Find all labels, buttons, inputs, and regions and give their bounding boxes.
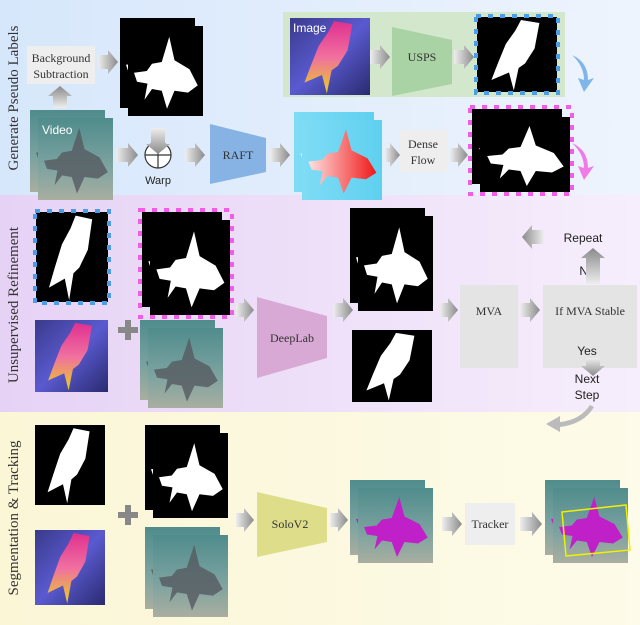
- refined-fish-mask: [352, 330, 432, 402]
- fish-image-input: [35, 320, 108, 392]
- video-frame: [153, 535, 228, 617]
- mask-shark-frame: [153, 433, 228, 518]
- mask-fish-frame: [35, 425, 105, 505]
- dense-flow-label-2: Flow: [411, 153, 436, 167]
- section-label-refine: Unsupervised Refinement: [6, 226, 22, 383]
- segmentation-result-stack: [350, 480, 433, 563]
- video-label: Video: [42, 123, 73, 137]
- usps-mask: [474, 14, 560, 95]
- mva-label: MVA: [476, 304, 503, 318]
- tracker-label: Tracker: [472, 517, 509, 531]
- video-frames-input-2: [145, 527, 228, 617]
- usps-label: USPS: [408, 50, 437, 64]
- tracking-result-stack: [545, 480, 631, 563]
- dense-flow-mask-stack: [468, 105, 574, 196]
- pipeline-diagram: Generate Pseudo Labels Unsupervised Refi…: [0, 0, 640, 625]
- next-step-label-2: Step: [575, 388, 600, 402]
- solov2-label: SoloV2: [272, 517, 309, 531]
- fish-image-input-2: [35, 530, 105, 605]
- repeat-label: Repeat: [564, 231, 603, 245]
- mask-fish-frame: [474, 14, 560, 95]
- video-frame: [148, 328, 223, 408]
- mask-shark-frame: [128, 26, 203, 116]
- flow-frame: [302, 120, 382, 200]
- mva-stable-label: If MVA Stable: [555, 304, 625, 318]
- optical-flow-stack: [294, 112, 382, 200]
- mva-box: [460, 285, 518, 368]
- refined-shark-mask-stack: [350, 208, 433, 311]
- section-label-track: Segmentation & Tracking: [6, 440, 22, 595]
- background-subtraction-label-1: Background: [32, 51, 91, 65]
- shark-mask-input-stack: [145, 425, 228, 518]
- fish-mask-input: [35, 425, 105, 505]
- mask-fish-frame: [33, 209, 111, 305]
- deeplab-label: DeepLab: [270, 331, 314, 345]
- section-label-generate: Generate Pseudo Labels: [6, 25, 22, 170]
- image-label: Image: [293, 21, 327, 35]
- background-mask-stack: [120, 18, 203, 116]
- usps-mask-input: [33, 209, 111, 305]
- seg-frame: [358, 488, 433, 563]
- video-frames-input: [140, 320, 223, 408]
- dense-flow-mask-input: [138, 208, 234, 319]
- next-step-label-1: Next: [575, 372, 600, 386]
- fish-frame: [35, 530, 105, 605]
- mask-shark-frame: [150, 220, 230, 315]
- dense-flow-label-1: Dense: [408, 137, 438, 151]
- mask-shark-frame: [480, 117, 570, 192]
- raft-label: RAFT: [223, 148, 254, 162]
- background-subtraction-label-2: Subtraction: [33, 67, 88, 81]
- fish-frame: [35, 320, 108, 392]
- mask-shark-frame: [358, 216, 433, 311]
- yes-label: Yes: [577, 344, 597, 358]
- warp-label: Warp: [145, 175, 171, 187]
- mask-fish-frame: [352, 330, 432, 402]
